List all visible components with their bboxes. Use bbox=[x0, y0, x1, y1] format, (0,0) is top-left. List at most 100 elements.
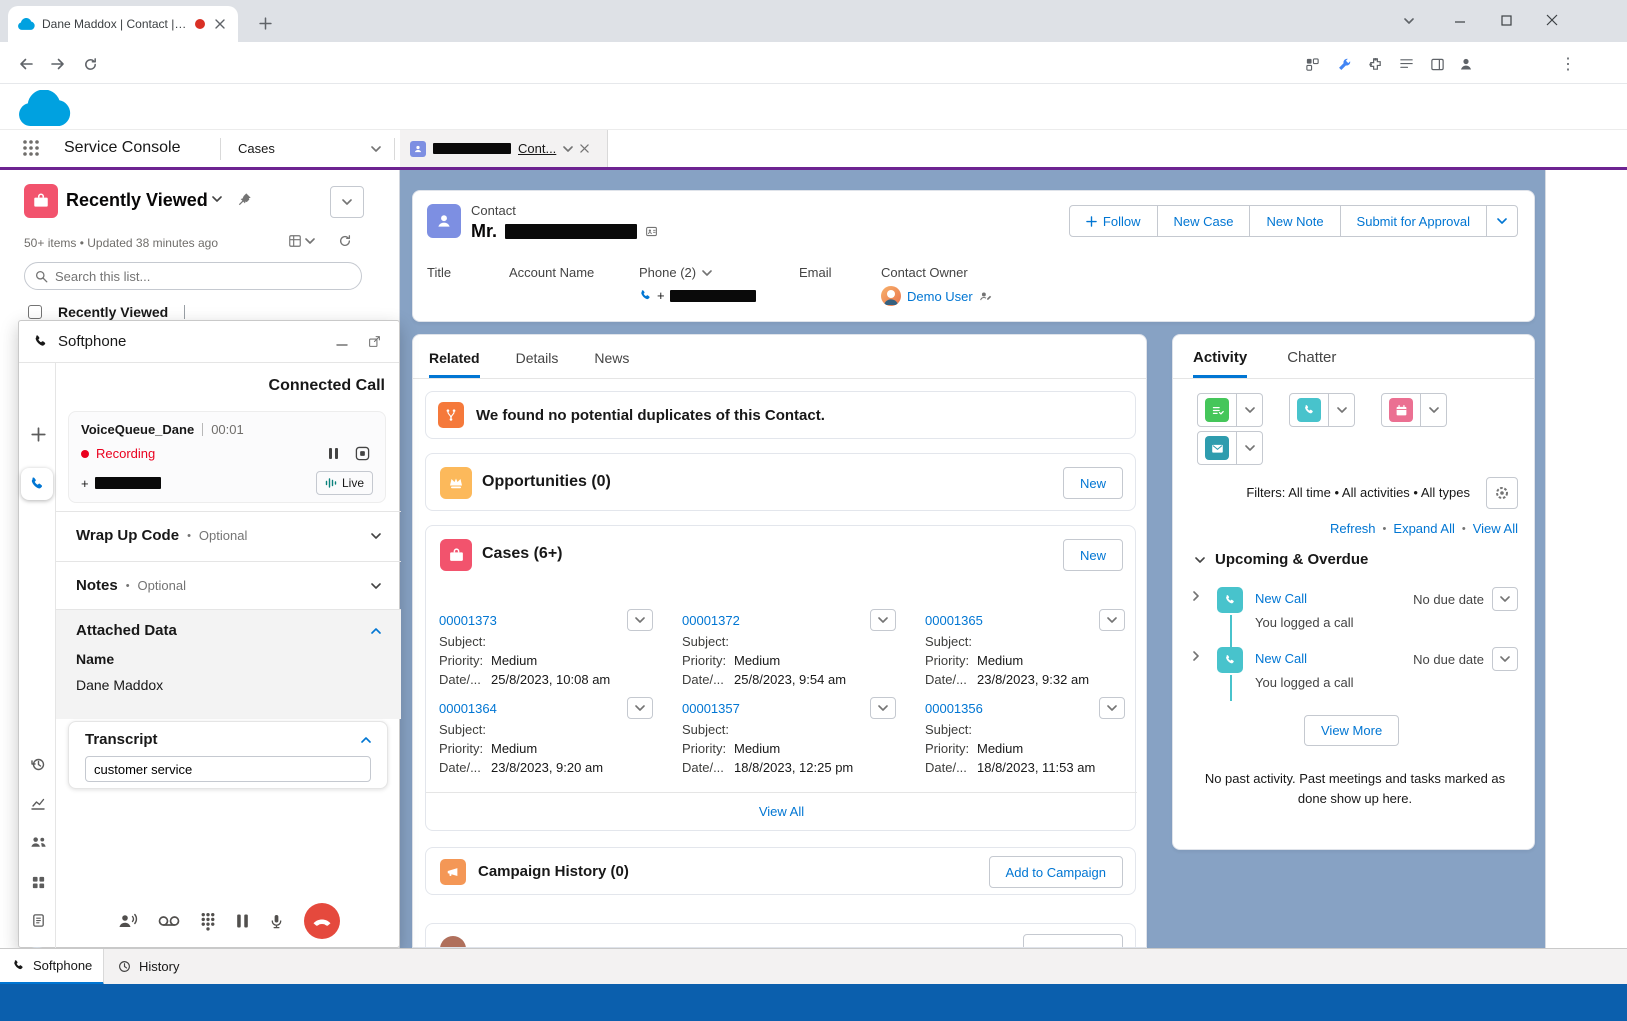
mute-mic-icon[interactable] bbox=[269, 913, 284, 930]
window-close-button[interactable] bbox=[1530, 0, 1574, 40]
tab-news[interactable]: News bbox=[594, 350, 629, 378]
follow-button[interactable]: Follow bbox=[1069, 205, 1158, 237]
new-opportunity-button[interactable]: New bbox=[1063, 467, 1123, 499]
view-all-link[interactable]: View All bbox=[1473, 521, 1518, 536]
opportunities-title[interactable]: Opportunities (0) bbox=[482, 473, 611, 491]
view-more-button[interactable]: View More bbox=[1304, 715, 1399, 746]
tab-chatter[interactable]: Chatter bbox=[1287, 349, 1336, 378]
submit-for-approval-button[interactable]: Submit for Approval bbox=[1340, 205, 1487, 237]
list-view-controls-button[interactable] bbox=[330, 186, 364, 218]
case-link[interactable]: 00001364 bbox=[439, 701, 497, 716]
notes-journal-icon[interactable] bbox=[27, 909, 49, 931]
new-task-dropdown[interactable] bbox=[1237, 393, 1263, 427]
case-row-menu-button[interactable] bbox=[870, 609, 896, 631]
partial-card-button[interactable] bbox=[1023, 934, 1123, 948]
case-link[interactable]: 00001356 bbox=[925, 701, 983, 716]
upcoming-overdue-section[interactable]: Upcoming & Overdue bbox=[1195, 551, 1368, 568]
owner-link[interactable]: Demo User bbox=[907, 289, 973, 304]
row-checkbox[interactable] bbox=[28, 305, 42, 319]
list-view-selector-icon[interactable] bbox=[212, 196, 222, 202]
phone-dropdown-icon[interactable] bbox=[702, 270, 712, 276]
expand-row-icon[interactable] bbox=[1191, 653, 1201, 659]
display-as-button[interactable] bbox=[286, 230, 316, 252]
end-call-button[interactable] bbox=[304, 903, 340, 939]
list-view-title[interactable]: Recently Viewed bbox=[66, 190, 208, 211]
timeline-item-menu-button[interactable] bbox=[1492, 587, 1518, 611]
section-collapse-icon[interactable] bbox=[1195, 557, 1205, 563]
cases-title[interactable]: Cases (6+) bbox=[482, 545, 563, 563]
activity-filter-gear-button[interactable] bbox=[1486, 477, 1518, 509]
case-row-menu-button[interactable] bbox=[1099, 609, 1125, 631]
phone-icon[interactable] bbox=[639, 289, 652, 302]
workspace-tab-contact[interactable]: Cont... bbox=[400, 130, 608, 167]
timeline-item-title[interactable]: New Call bbox=[1255, 651, 1307, 666]
list-search-input[interactable] bbox=[55, 269, 351, 284]
new-note-button[interactable]: New Note bbox=[1249, 205, 1340, 237]
case-row-menu-button[interactable] bbox=[1099, 697, 1125, 719]
tab-activity[interactable]: Activity bbox=[1193, 349, 1247, 378]
quick-connects-icon[interactable] bbox=[118, 912, 138, 930]
window-maximize-button[interactable] bbox=[1484, 0, 1528, 40]
popout-panel-icon[interactable] bbox=[363, 335, 385, 348]
hierarchy-icon[interactable] bbox=[645, 225, 658, 238]
new-case-button[interactable]: New Case bbox=[1157, 205, 1251, 237]
case-link[interactable]: 00001372 bbox=[682, 613, 740, 628]
email-button[interactable] bbox=[1197, 431, 1237, 465]
case-link[interactable]: 00001365 bbox=[925, 613, 983, 628]
tab-close-icon[interactable] bbox=[212, 16, 228, 32]
back-button[interactable] bbox=[12, 50, 40, 78]
pause-recording-icon[interactable] bbox=[322, 447, 344, 460]
new-event-dropdown[interactable] bbox=[1421, 393, 1447, 427]
tab-details[interactable]: Details bbox=[516, 350, 559, 378]
transcript-input[interactable] bbox=[85, 756, 371, 782]
list-search-box[interactable] bbox=[24, 262, 362, 290]
change-owner-icon[interactable] bbox=[979, 290, 992, 303]
apps-grid-icon[interactable] bbox=[27, 871, 49, 893]
side-panel-icon[interactable] bbox=[1423, 50, 1451, 78]
tab-dropdown-icon[interactable] bbox=[563, 146, 573, 152]
timeline-item-menu-button[interactable] bbox=[1492, 647, 1518, 671]
workspace-tab-close-icon[interactable] bbox=[580, 144, 589, 153]
case-row-menu-button[interactable] bbox=[627, 697, 653, 719]
new-task-button[interactable] bbox=[1197, 393, 1237, 427]
call-history-icon[interactable] bbox=[27, 753, 49, 775]
browser-tab[interactable]: Dane Maddox | Contact | Sal bbox=[8, 6, 238, 42]
wrap-up-code-section[interactable]: Wrap Up Code • Optional bbox=[56, 511, 401, 559]
nav-item-dropdown-icon[interactable] bbox=[366, 140, 386, 158]
reload-button[interactable] bbox=[76, 50, 104, 78]
email-dropdown[interactable] bbox=[1237, 431, 1263, 465]
live-transcription-badge[interactable]: Live bbox=[316, 471, 373, 495]
chevron-up-icon[interactable] bbox=[361, 737, 371, 743]
new-tab-button[interactable] bbox=[252, 10, 278, 36]
expand-all-link[interactable]: Expand All bbox=[1393, 521, 1454, 536]
extension-wrench-icon[interactable] bbox=[1330, 50, 1358, 78]
case-row-menu-button[interactable] bbox=[627, 609, 653, 631]
tab-related[interactable]: Related bbox=[429, 350, 480, 378]
add-icon[interactable] bbox=[27, 423, 49, 445]
search-tabs-button[interactable] bbox=[1392, 6, 1426, 36]
log-a-call-button[interactable] bbox=[1289, 393, 1329, 427]
new-event-button[interactable] bbox=[1381, 393, 1421, 427]
hold-pause-icon[interactable] bbox=[236, 913, 249, 929]
notes-section[interactable]: Notes • Optional bbox=[56, 561, 401, 609]
expand-row-icon[interactable] bbox=[1191, 593, 1201, 599]
active-call-tab-icon[interactable] bbox=[21, 468, 53, 500]
app-launcher-icon[interactable] bbox=[22, 139, 40, 157]
stop-recording-icon[interactable] bbox=[351, 446, 373, 461]
reading-list-icon[interactable] bbox=[1392, 50, 1420, 78]
timeline-item-title[interactable]: New Call bbox=[1255, 591, 1307, 606]
more-actions-dropdown[interactable] bbox=[1486, 205, 1518, 237]
chevron-up-icon[interactable] bbox=[371, 628, 381, 634]
dialpad-icon[interactable] bbox=[200, 912, 216, 931]
refresh-link[interactable]: Refresh bbox=[1330, 521, 1376, 536]
tab-groups-icon[interactable] bbox=[1298, 50, 1326, 78]
contacts-people-icon[interactable] bbox=[27, 831, 49, 853]
case-row-menu-button[interactable] bbox=[870, 697, 896, 719]
cases-view-all-link[interactable]: View All bbox=[426, 804, 1137, 819]
chevron-down-icon[interactable] bbox=[371, 583, 381, 589]
pinned-list-row[interactable]: Recently Viewed bbox=[28, 304, 185, 320]
log-a-call-dropdown[interactable] bbox=[1329, 393, 1355, 427]
window-minimize-button[interactable] bbox=[1438, 0, 1482, 40]
nav-item-cases[interactable]: Cases bbox=[238, 141, 275, 156]
utility-softphone-tab[interactable]: Softphone bbox=[0, 949, 104, 985]
